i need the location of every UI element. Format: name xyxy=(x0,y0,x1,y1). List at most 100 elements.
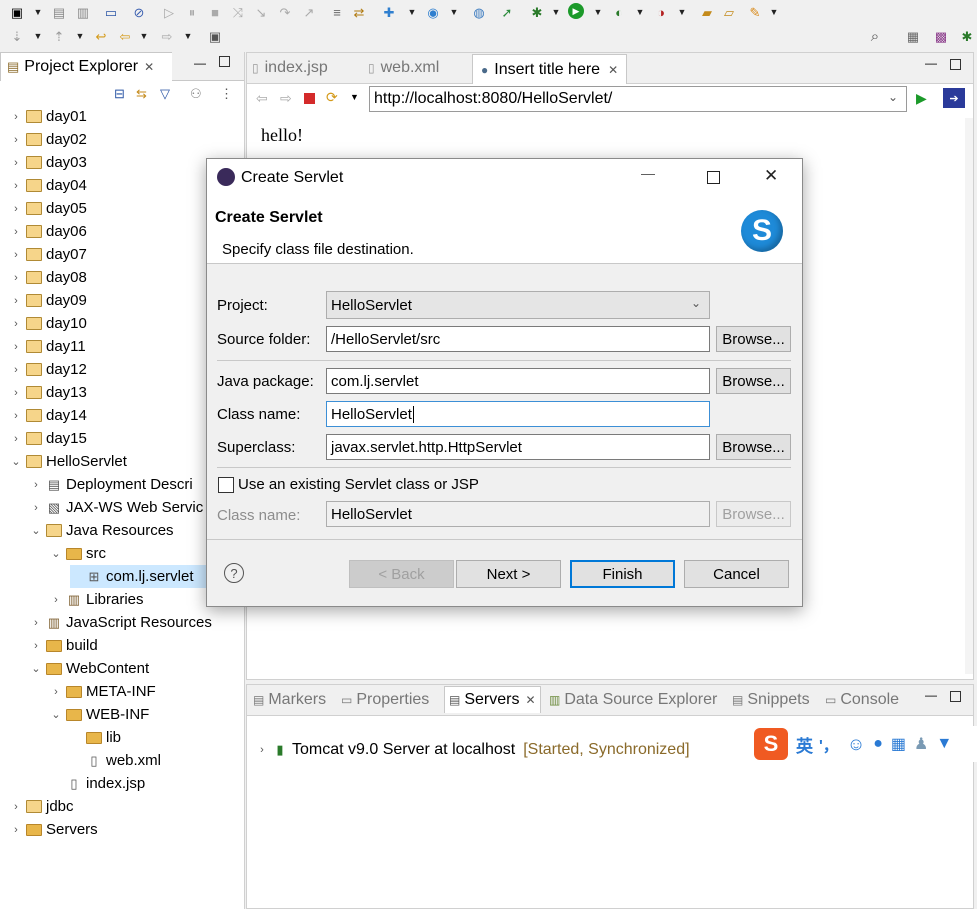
expand-icon[interactable]: › xyxy=(10,249,22,261)
emoji-icon[interactable]: ☺ xyxy=(847,734,865,755)
sogou-logo-icon[interactable]: S xyxy=(754,728,788,760)
debug-perspective-icon[interactable]: ✱ xyxy=(958,27,976,45)
ime-punctuation[interactable]: '， xyxy=(819,732,839,756)
minimize-icon[interactable]: — xyxy=(194,56,206,70)
keyboard-icon[interactable]: ▦ xyxy=(891,734,906,754)
browser-url-input[interactable]: http://localhost:8080/HelloServlet/ ⌄ xyxy=(369,86,907,112)
expand-icon[interactable]: › xyxy=(10,341,22,353)
tree-item-build[interactable]: › build xyxy=(30,634,98,657)
editor-minimize-icon[interactable]: — xyxy=(925,56,937,70)
expand-icon[interactable]: › xyxy=(10,318,22,330)
java-ee-perspective-icon[interactable]: ▩ xyxy=(932,27,950,45)
chevron-down-icon[interactable]: ⌄ xyxy=(888,90,898,104)
browser-back-icon[interactable]: ⇦ xyxy=(256,90,268,107)
resume-icon[interactable]: ▷ xyxy=(160,3,178,21)
back-dropdown-icon[interactable]: ▼ xyxy=(140,27,149,45)
tree-item-day06[interactable]: › day06 xyxy=(10,220,87,243)
tree-item-day13[interactable]: › day13 xyxy=(10,381,87,404)
tree-item-web-inf[interactable]: ⌄ WEB-INF xyxy=(50,703,149,726)
run-dropdown-icon[interactable]: ▼ xyxy=(594,3,603,21)
close-icon[interactable]: ✕ xyxy=(144,60,154,74)
run-server-icon[interactable]: ◐ xyxy=(610,3,628,21)
tree-item-libraries[interactable]: › ▥ Libraries xyxy=(50,588,143,611)
browser-refresh-icon[interactable]: ⟳ xyxy=(326,89,338,106)
forward-icon[interactable]: ⇨ xyxy=(158,27,176,45)
browse-package-button[interactable]: Browse... xyxy=(716,368,791,394)
next-button[interactable]: Next > xyxy=(456,560,561,588)
new-project-dropdown-icon[interactable]: ▼ xyxy=(408,3,417,21)
expand-icon[interactable]: › xyxy=(256,744,268,756)
tree-item-jaxws[interactable]: › ▧ JAX-WS Web Servic xyxy=(30,496,203,519)
tab-markers[interactable]: ▤ Markers xyxy=(253,688,326,712)
tree-item-day14[interactable]: › day14 xyxy=(10,404,87,427)
save-all-icon[interactable]: ▥ xyxy=(74,3,92,21)
tree-item-day03[interactable]: › day03 xyxy=(10,151,87,174)
prev-annotation-icon[interactable]: ⇡ xyxy=(50,27,68,45)
expand-icon[interactable]: › xyxy=(10,180,22,192)
browser-menu-icon[interactable]: ➔ xyxy=(943,88,965,108)
microphone-icon[interactable]: ● xyxy=(873,735,883,753)
disconnect-icon[interactable]: ⤨ xyxy=(229,3,247,21)
external-tools-icon[interactable]: ◑ xyxy=(652,3,670,21)
wand-dropdown-icon[interactable]: ▼ xyxy=(770,3,779,21)
expand-icon[interactable]: › xyxy=(10,111,22,123)
superclass-input[interactable]: javax.servlet.http.HttpServlet xyxy=(326,434,710,460)
tree-item-day08[interactable]: › day08 xyxy=(10,266,87,289)
run-server-dropdown-icon[interactable]: ▼ xyxy=(636,3,645,21)
filter-icon[interactable]: ▽ xyxy=(160,86,170,102)
browser-forward-icon[interactable]: ⇨ xyxy=(280,90,292,107)
debug-dropdown-icon[interactable]: ▼ xyxy=(552,3,561,21)
collapse-icon[interactable]: ⌄ xyxy=(50,708,62,721)
last-edit-icon[interactable]: ↩ xyxy=(92,27,110,45)
run-icon[interactable]: ▶ xyxy=(568,3,584,19)
forward-dropdown-icon[interactable]: ▼ xyxy=(184,27,193,45)
editor-vscrollbar[interactable] xyxy=(965,118,973,674)
expand-icon[interactable]: › xyxy=(10,157,22,169)
expand-icon[interactable]: › xyxy=(10,272,22,284)
expand-icon[interactable]: › xyxy=(10,226,22,238)
tree-item-helloservlet[interactable]: ⌄ HelloServlet xyxy=(10,450,126,473)
suspend-icon[interactable]: ⏸ xyxy=(183,3,201,21)
expand-icon[interactable]: › xyxy=(30,479,42,491)
expand-icon[interactable]: › xyxy=(10,801,22,813)
browse-superclass-button[interactable]: Browse... xyxy=(716,434,791,460)
browse-source-folder-button[interactable]: Browse... xyxy=(716,326,791,352)
bottom-maximize-icon[interactable] xyxy=(950,691,961,702)
tree-item-day12[interactable]: › day12 xyxy=(10,358,87,381)
collapse-icon[interactable]: ⌄ xyxy=(30,662,42,675)
ime-language[interactable]: 英 xyxy=(796,732,813,757)
browser-refresh-dropdown-icon[interactable]: ▼ xyxy=(350,92,359,102)
back-icon[interactable]: ⇦ xyxy=(116,27,134,45)
bottom-minimize-icon[interactable]: — xyxy=(925,688,937,702)
expand-icon[interactable]: › xyxy=(10,824,22,836)
cancel-button[interactable]: Cancel xyxy=(684,560,789,588)
tree-item-day07[interactable]: › day07 xyxy=(10,243,87,266)
open-file-icon[interactable]: ▱ xyxy=(720,3,738,21)
tab-servers[interactable]: ▤ Servers ✕ xyxy=(444,686,541,713)
deploy-icon[interactable]: ➚ xyxy=(498,3,516,21)
expand-icon[interactable]: › xyxy=(50,686,62,698)
search-icon[interactable]: ⌕ xyxy=(866,27,884,45)
new-class-dropdown-icon[interactable]: ▼ xyxy=(450,3,459,21)
expand-icon[interactable]: › xyxy=(50,594,62,606)
tree-item-day11[interactable]: › day11 xyxy=(10,335,86,358)
expand-icon[interactable]: › xyxy=(10,410,22,422)
editor-maximize-icon[interactable] xyxy=(950,59,961,70)
browser-go-icon[interactable]: ▶ xyxy=(916,90,927,107)
build-icon[interactable]: ⇄ xyxy=(350,3,368,21)
expand-icon[interactable]: › xyxy=(10,203,22,215)
close-icon[interactable]: ✕ xyxy=(608,63,618,77)
expand-icon[interactable]: › xyxy=(30,502,42,514)
collapse-all-icon[interactable]: ⊟ xyxy=(114,86,125,102)
focus-icon[interactable]: ⚇ xyxy=(190,86,202,102)
terminate-icon[interactable]: ■ xyxy=(206,3,224,21)
tree-item-lib[interactable]: lib xyxy=(86,726,121,749)
tree-item-meta-inf[interactable]: › META-INF xyxy=(50,680,156,703)
expand-icon[interactable]: › xyxy=(10,387,22,399)
tree-item-day04[interactable]: › day04 xyxy=(10,174,87,197)
tree-item-jdbc[interactable]: › jdbc xyxy=(10,795,73,818)
tree-item-day15[interactable]: › day15 xyxy=(10,427,87,450)
java-package-input[interactable]: com.lj.servlet xyxy=(326,368,710,394)
tree-item-day05[interactable]: › day05 xyxy=(10,197,87,220)
step-return-icon[interactable]: ↗ xyxy=(300,3,318,21)
